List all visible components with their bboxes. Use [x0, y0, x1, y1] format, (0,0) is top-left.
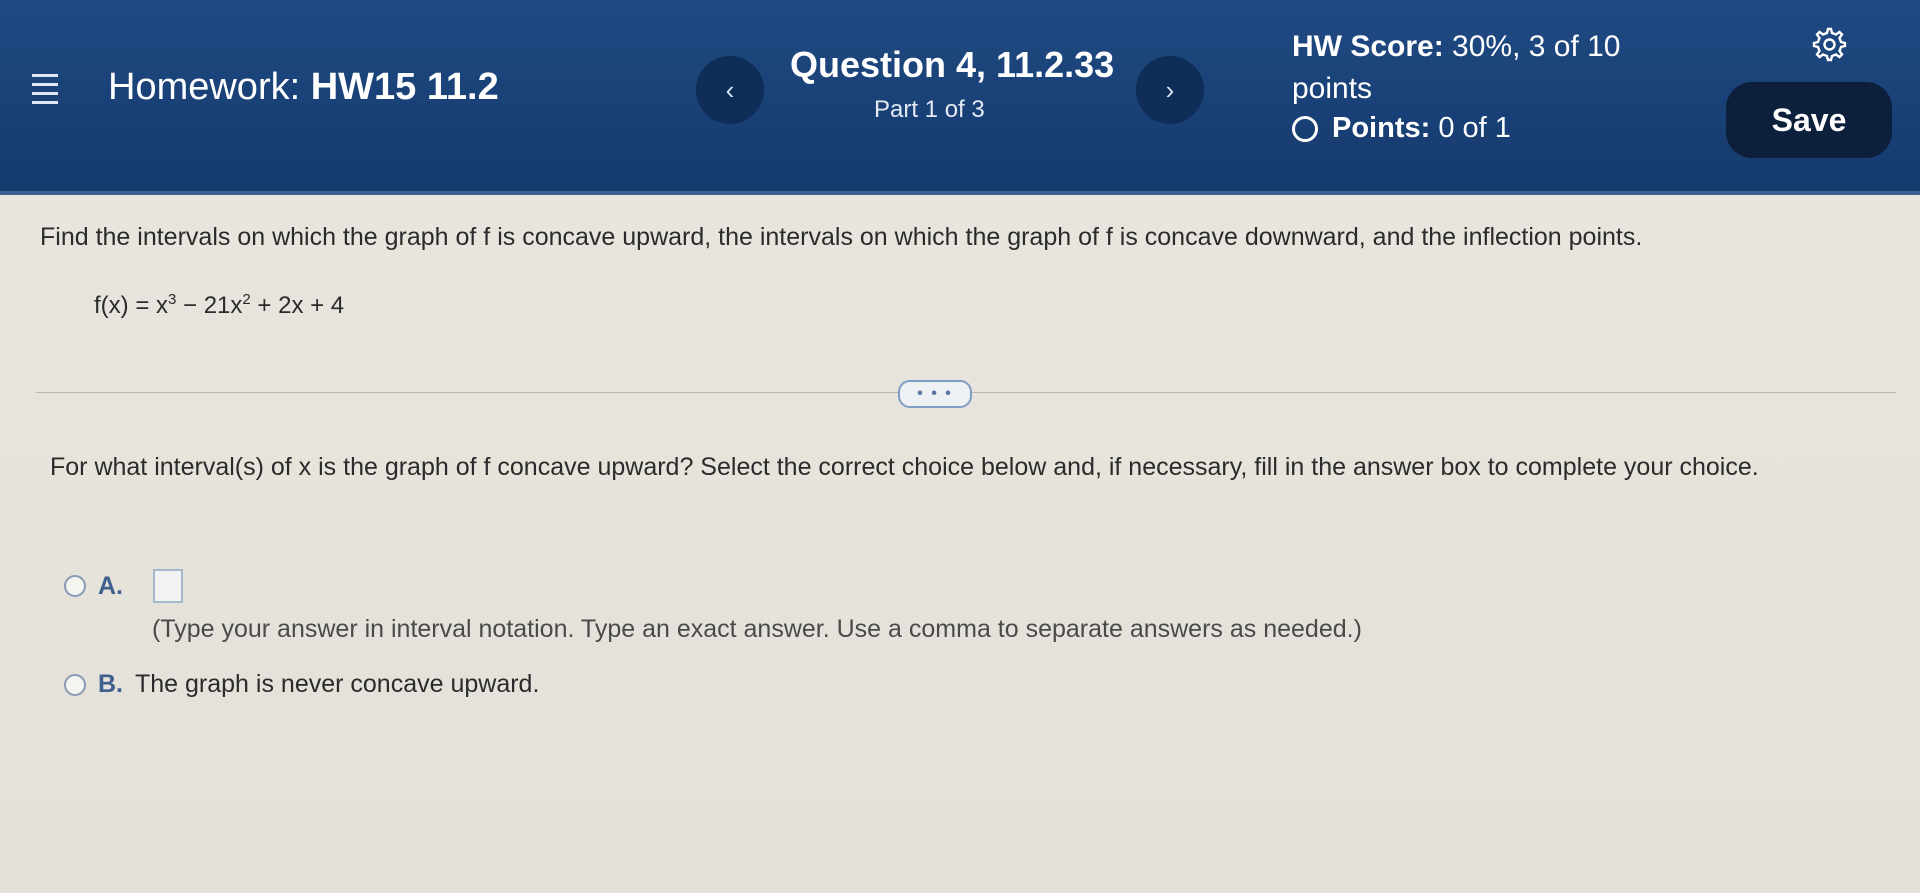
problem-prompt: Find the intervals on which the graph of…: [40, 223, 1643, 251]
function-formula: f(x) = x3 − 21x2 + 2x + 4: [94, 291, 344, 320]
choice-a[interactable]: A.: [64, 569, 183, 603]
save-button[interactable]: Save: [1726, 82, 1892, 158]
answer-input[interactable]: [153, 569, 183, 603]
choice-a-radio[interactable]: [64, 575, 86, 597]
question-panel: Find the intervals on which the graph of…: [0, 195, 1920, 893]
homework-name: HW15 11.2: [310, 66, 499, 108]
formula-rhs: + 2x + 4: [250, 292, 345, 319]
top-header: Homework: HW15 11.2 ‹ Question 4, 11.2.3…: [0, 0, 1920, 195]
chevron-left-icon: ‹: [725, 74, 735, 105]
question-points: Points: 0 of 1: [1292, 112, 1511, 145]
expand-button[interactable]: • • •: [898, 380, 972, 408]
homework-title: Homework: HW15 11.2: [108, 66, 499, 109]
hw-score-value: 30%, 3 of 10: [1452, 30, 1621, 63]
choice-b-text: The graph is never concave upward.: [135, 670, 540, 698]
next-question-button[interactable]: ›: [1136, 56, 1204, 124]
choice-a-hint: (Type your answer in interval notation. …: [152, 615, 1362, 643]
question-text: For what interval(s) of x is the graph o…: [50, 453, 1759, 481]
points-label: Points:: [1332, 112, 1431, 144]
formula-exponent-2: 2: [242, 291, 251, 308]
previous-question-button[interactable]: ‹: [696, 56, 764, 124]
hw-score-unit: points: [1292, 72, 1373, 105]
formula-lhs: f(x) = x: [94, 292, 169, 319]
hw-score-label: HW Score:: [1292, 30, 1444, 63]
homework-label: Homework:: [108, 66, 301, 108]
choice-b-letter: B.: [98, 670, 123, 698]
menu-icon[interactable]: [32, 74, 58, 104]
hw-score: HW Score: 30%, 3 of 10: [1292, 30, 1621, 64]
question-part: Part 1 of 3: [874, 96, 985, 123]
gear-icon[interactable]: [1808, 24, 1848, 64]
choice-b-radio[interactable]: [64, 673, 86, 696]
choice-a-letter: A.: [98, 571, 123, 600]
choice-b[interactable]: B. The graph is never concave upward.: [64, 670, 539, 699]
formula-mid: − 21x: [176, 292, 243, 319]
chevron-right-icon: ›: [1165, 74, 1175, 105]
points-value: 0 of 1: [1438, 112, 1511, 144]
question-title: Question 4, 11.2.33: [790, 44, 1115, 85]
progress-ring-icon: [1292, 115, 1318, 142]
